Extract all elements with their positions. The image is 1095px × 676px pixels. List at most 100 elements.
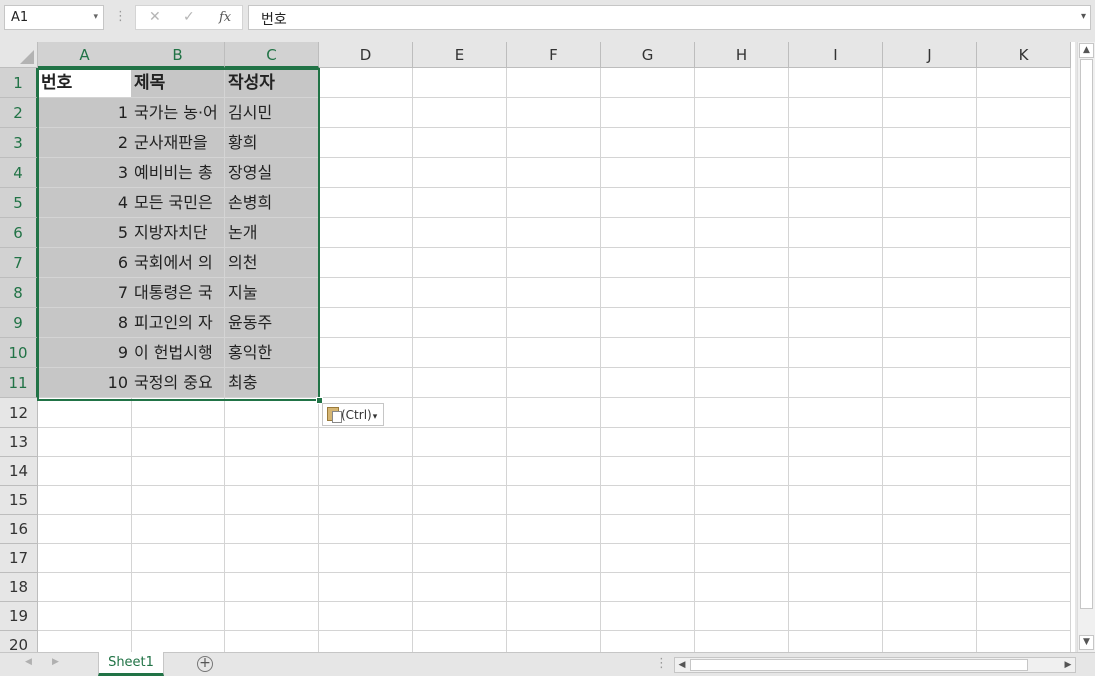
cell-d10[interactable]: [319, 338, 413, 368]
cell-i19[interactable]: [789, 602, 883, 631]
cell-h17[interactable]: [695, 544, 789, 573]
cell-a14[interactable]: [38, 457, 132, 486]
column-header-a[interactable]: A: [38, 42, 132, 68]
cell-d11[interactable]: [319, 368, 413, 398]
cell-j4[interactable]: [883, 158, 977, 188]
cell-d7[interactable]: [319, 248, 413, 278]
cell-e7[interactable]: [413, 248, 507, 278]
cell-e4[interactable]: [413, 158, 507, 188]
cell-d14[interactable]: [319, 457, 413, 486]
cell-b4[interactable]: 예비비는 총: [131, 158, 225, 188]
enter-icon[interactable]: ✓: [183, 9, 195, 25]
cell-e15[interactable]: [413, 486, 507, 515]
cell-e13[interactable]: [413, 428, 507, 457]
cell-e5[interactable]: [413, 188, 507, 218]
cell-c16[interactable]: [225, 515, 319, 544]
cell-c18[interactable]: [225, 573, 319, 602]
cell-h12[interactable]: [695, 398, 789, 428]
row-header-11[interactable]: 11: [0, 368, 38, 398]
cell-i2[interactable]: [789, 98, 883, 128]
cell-a18[interactable]: [38, 573, 132, 602]
column-header-j[interactable]: J: [883, 42, 977, 68]
cell-b19[interactable]: [131, 602, 225, 631]
cell-g9[interactable]: [601, 308, 695, 338]
cell-j11[interactable]: [883, 368, 977, 398]
formula-bar-splitter[interactable]: ⋮: [114, 9, 127, 24]
cell-f1[interactable]: [507, 68, 601, 98]
cell-f14[interactable]: [507, 457, 601, 486]
next-sheet-icon[interactable]: ▶: [52, 657, 59, 667]
cell-k9[interactable]: [977, 308, 1071, 338]
cell-g19[interactable]: [601, 602, 695, 631]
cell-b20[interactable]: [131, 631, 225, 652]
cell-d3[interactable]: [319, 128, 413, 158]
cell-b17[interactable]: [131, 544, 225, 573]
cell-i5[interactable]: [789, 188, 883, 218]
cell-e10[interactable]: [413, 338, 507, 368]
cell-g14[interactable]: [601, 457, 695, 486]
cell-f4[interactable]: [507, 158, 601, 188]
cell-a3[interactable]: 2: [38, 128, 132, 158]
column-header-c[interactable]: C: [225, 42, 319, 68]
cell-e2[interactable]: [413, 98, 507, 128]
cell-i12[interactable]: [789, 398, 883, 428]
cell-j14[interactable]: [883, 457, 977, 486]
scroll-left-icon[interactable]: ◀: [675, 658, 689, 672]
cell-c11[interactable]: 최충: [225, 368, 319, 398]
row-header-16[interactable]: 16: [0, 515, 38, 544]
cell-f18[interactable]: [507, 573, 601, 602]
cell-c3[interactable]: 황희: [225, 128, 319, 158]
cell-k6[interactable]: [977, 218, 1071, 248]
cell-d5[interactable]: [319, 188, 413, 218]
row-header-13[interactable]: 13: [0, 428, 38, 457]
cell-k10[interactable]: [977, 338, 1071, 368]
cell-i7[interactable]: [789, 248, 883, 278]
cell-b5[interactable]: 모든 국민은: [131, 188, 225, 218]
cell-g5[interactable]: [601, 188, 695, 218]
cell-d16[interactable]: [319, 515, 413, 544]
row-header-7[interactable]: 7: [0, 248, 38, 278]
column-header-i[interactable]: I: [789, 42, 883, 68]
cell-a8[interactable]: 7: [38, 278, 132, 308]
cell-b15[interactable]: [131, 486, 225, 515]
cell-k18[interactable]: [977, 573, 1071, 602]
cell-j10[interactable]: [883, 338, 977, 368]
cell-j6[interactable]: [883, 218, 977, 248]
cell-f8[interactable]: [507, 278, 601, 308]
cell-c9[interactable]: 윤동주: [225, 308, 319, 338]
cell-e3[interactable]: [413, 128, 507, 158]
row-header-18[interactable]: 18: [0, 573, 38, 602]
prev-sheet-icon[interactable]: ◀: [25, 657, 32, 667]
row-header-17[interactable]: 17: [0, 544, 38, 573]
cell-d2[interactable]: [319, 98, 413, 128]
cell-f3[interactable]: [507, 128, 601, 158]
cell-h9[interactable]: [695, 308, 789, 338]
cell-a15[interactable]: [38, 486, 132, 515]
vertical-scroll-thumb[interactable]: [1080, 59, 1093, 609]
cell-i14[interactable]: [789, 457, 883, 486]
row-header-15[interactable]: 15: [0, 486, 38, 515]
cell-c12[interactable]: [225, 398, 319, 428]
cell-i6[interactable]: [789, 218, 883, 248]
cell-h11[interactable]: [695, 368, 789, 398]
cell-a11[interactable]: 10: [38, 368, 132, 398]
cell-d18[interactable]: [319, 573, 413, 602]
cell-k8[interactable]: [977, 278, 1071, 308]
expand-formula-bar-icon[interactable]: ▾: [1081, 11, 1086, 22]
cell-f9[interactable]: [507, 308, 601, 338]
cell-j3[interactable]: [883, 128, 977, 158]
cell-c17[interactable]: [225, 544, 319, 573]
cell-c19[interactable]: [225, 602, 319, 631]
column-header-d[interactable]: D: [319, 42, 413, 68]
cell-c2[interactable]: 김시민: [225, 98, 319, 128]
cell-h1[interactable]: [695, 68, 789, 98]
cell-k1[interactable]: [977, 68, 1071, 98]
column-header-e[interactable]: E: [413, 42, 507, 68]
cell-c4[interactable]: 장영실: [225, 158, 319, 188]
cell-d13[interactable]: [319, 428, 413, 457]
cell-i17[interactable]: [789, 544, 883, 573]
cell-j1[interactable]: [883, 68, 977, 98]
cell-b1[interactable]: 제목: [131, 68, 225, 98]
horizontal-scrollbar[interactable]: ◀ ▶: [674, 657, 1076, 673]
cell-c5[interactable]: 손병희: [225, 188, 319, 218]
